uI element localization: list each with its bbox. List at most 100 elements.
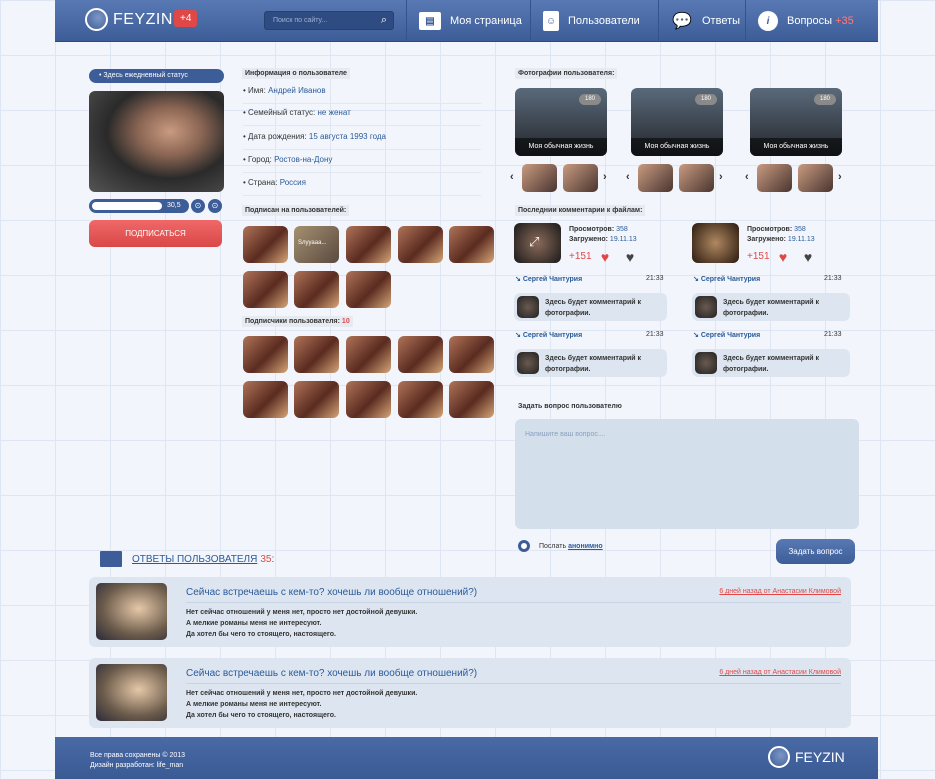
id-card-icon: ▤ <box>419 12 441 30</box>
info-value[interactable]: не женат <box>318 108 351 117</box>
photo-count: 180 <box>814 94 836 105</box>
rating-down-button[interactable]: ⊙ <box>208 199 222 213</box>
chevron-left-icon[interactable]: ‹ <box>510 171 514 183</box>
photo-thumb[interactable] <box>679 164 714 192</box>
like-heart-icon[interactable]: ♥ <box>596 248 614 266</box>
comments-title: Последнии комментарии к файлам: <box>515 205 646 216</box>
answer-meta[interactable]: 6 дней назад от Анастасии Климовой <box>719 669 841 676</box>
follower-user[interactable] <box>449 381 494 418</box>
chevron-left-icon[interactable]: ‹ <box>626 171 630 183</box>
anonymous-link[interactable]: анонимно <box>568 543 603 550</box>
dislike-heart-icon[interactable]: ♥ <box>799 248 817 266</box>
post-anonymous-label: Послать анонимно <box>539 543 603 550</box>
expand-icon[interactable]: ⤢ <box>529 234 539 250</box>
follower-user[interactable] <box>346 381 391 418</box>
follower-user[interactable] <box>294 381 339 418</box>
nav-questions[interactable]: i Вопросы +35 <box>745 0 878 42</box>
photo-album[interactable]: 180 Моя обычная жизнь <box>515 88 607 156</box>
nav-my-page[interactable]: ▤ Моя страница <box>406 0 530 42</box>
photo-thumb[interactable] <box>638 164 673 192</box>
logo-icon <box>768 746 790 768</box>
search-icon[interactable]: ⌕ <box>381 14 387 27</box>
subscribed-user[interactable] <box>346 271 391 308</box>
search-input[interactable]: Поиск по сайту... ⌕ <box>264 11 394 30</box>
comment-author[interactable]: ↘ Сергей Чантурия <box>693 275 760 283</box>
info-value[interactable]: Россия <box>280 178 306 187</box>
follower-user[interactable] <box>294 336 339 373</box>
notification-badge[interactable]: +4 <box>174 10 198 27</box>
chevron-left-icon[interactable]: ‹ <box>745 171 749 183</box>
answers-title-suffix: : <box>271 553 275 565</box>
subscribed-user[interactable] <box>294 271 339 308</box>
photo-thumb[interactable] <box>757 164 792 192</box>
top-bar: FEYZIN +4 Поиск по сайту... ⌕ ▤ Моя страни… <box>55 0 878 42</box>
photo-album[interactable]: 180 Моя обычная жизнь <box>750 88 842 156</box>
info-value[interactable]: Ростов-на-Дону <box>274 155 332 164</box>
chevron-right-icon[interactable]: › <box>838 171 842 183</box>
question-placeholder: Напишите ваш вопрос.... <box>525 431 606 438</box>
avatar[interactable] <box>695 352 717 374</box>
answer-image[interactable] <box>96 664 167 721</box>
photo-count: 180 <box>579 94 601 105</box>
info-value[interactable]: Андрей Иванов <box>268 86 326 95</box>
copyright: Все права сохранены © 2013 Дизайн разрабо… <box>90 752 186 769</box>
photo-thumb[interactable] <box>798 164 833 192</box>
question-textarea[interactable]: Напишите ваш вопрос.... <box>515 419 859 529</box>
comment-author[interactable]: ↘ Сергей Чантурия <box>515 331 582 339</box>
photo-album[interactable]: 180 Моя обычная жизнь <box>631 88 723 156</box>
follower-user[interactable] <box>346 336 391 373</box>
ask-question-button[interactable]: Задать вопрос <box>776 539 855 564</box>
answer-question[interactable]: Сейчас встречаешь с кем-то? хочешь ли во… <box>186 587 477 598</box>
nav-label: Ответы <box>702 15 741 27</box>
answer-image[interactable] <box>96 583 167 640</box>
file-thumb[interactable] <box>692 223 739 263</box>
follower-user[interactable] <box>398 381 443 418</box>
subscribed-user[interactable] <box>243 271 288 308</box>
follower-user[interactable] <box>243 381 288 418</box>
questions-count: +35 <box>835 15 854 27</box>
nav-label: Вопросы <box>787 15 833 27</box>
footer-brand: FEYZIN <box>795 749 845 765</box>
comment-box: Здесь будет комментарий к фотографии. <box>692 293 850 321</box>
answer-text: Нет сейчас отношений у меня нет, просто … <box>186 690 418 719</box>
follower-user[interactable] <box>243 336 288 373</box>
file-thumb[interactable]: ⤢ <box>514 223 561 263</box>
user-doc-icon: ☺ <box>543 11 559 31</box>
avatar[interactable] <box>517 352 539 374</box>
dislike-heart-icon[interactable]: ♥ <box>621 248 639 266</box>
subscribe-button[interactable]: ПОДПИСАТЬСЯ <box>89 220 222 247</box>
comment-author[interactable]: ↘ Сергей Чантурия <box>515 275 582 283</box>
subscribed-user[interactable] <box>346 226 391 263</box>
answer-meta[interactable]: 6 дней назад от Анастасии Климовой <box>719 588 841 595</box>
photo-thumb[interactable] <box>563 164 598 192</box>
nav-users[interactable]: ☺ Пользователи <box>530 0 658 42</box>
follower-user[interactable] <box>398 336 443 373</box>
subscribed-user[interactable] <box>449 226 494 263</box>
avatar[interactable] <box>517 296 539 318</box>
chevron-right-icon[interactable]: › <box>719 171 723 183</box>
photo-thumb[interactable] <box>522 164 557 192</box>
comment-time: 21:33 <box>824 331 842 338</box>
answer-text: Нет сейчас отношений у меня нет, просто … <box>186 609 418 638</box>
answers-title[interactable]: ОТВЕТЫ ПОЛЬЗОВАТЕЛЯ <box>132 554 257 565</box>
answer-question[interactable]: Сейчас встречаешь с кем-то? хочешь ли во… <box>186 668 477 679</box>
logo[interactable]: FEYZIN <box>85 8 173 31</box>
nav-answers[interactable]: 💬 Ответы <box>658 0 745 42</box>
nav-label: Пользователи <box>568 15 640 27</box>
follower-user[interactable] <box>449 336 494 373</box>
info-value[interactable]: 15 августа 1993 года <box>309 132 386 141</box>
like-heart-icon[interactable]: ♥ <box>774 248 792 266</box>
subscribed-user[interactable] <box>243 226 288 263</box>
chevron-right-icon[interactable]: › <box>603 171 607 183</box>
comment-text: Здесь будет комментарий к фотографии. <box>723 355 820 373</box>
info-country: • Страна: Россия <box>243 174 481 196</box>
avatar[interactable] <box>695 296 717 318</box>
comment-author[interactable]: ↘ Сергей Чантурия <box>693 331 760 339</box>
subscribed-user[interactable] <box>398 226 443 263</box>
followers-count: 10 <box>341 318 350 325</box>
subscribed-user[interactable]: Sлууааа... <box>294 226 339 263</box>
footer-logo[interactable]: FEYZIN <box>768 746 845 768</box>
file-uploaded: Загружено: 19.11.13 <box>569 236 637 243</box>
rating-up-button[interactable]: ⊙ <box>191 199 205 213</box>
anonymous-radio[interactable] <box>518 540 530 552</box>
